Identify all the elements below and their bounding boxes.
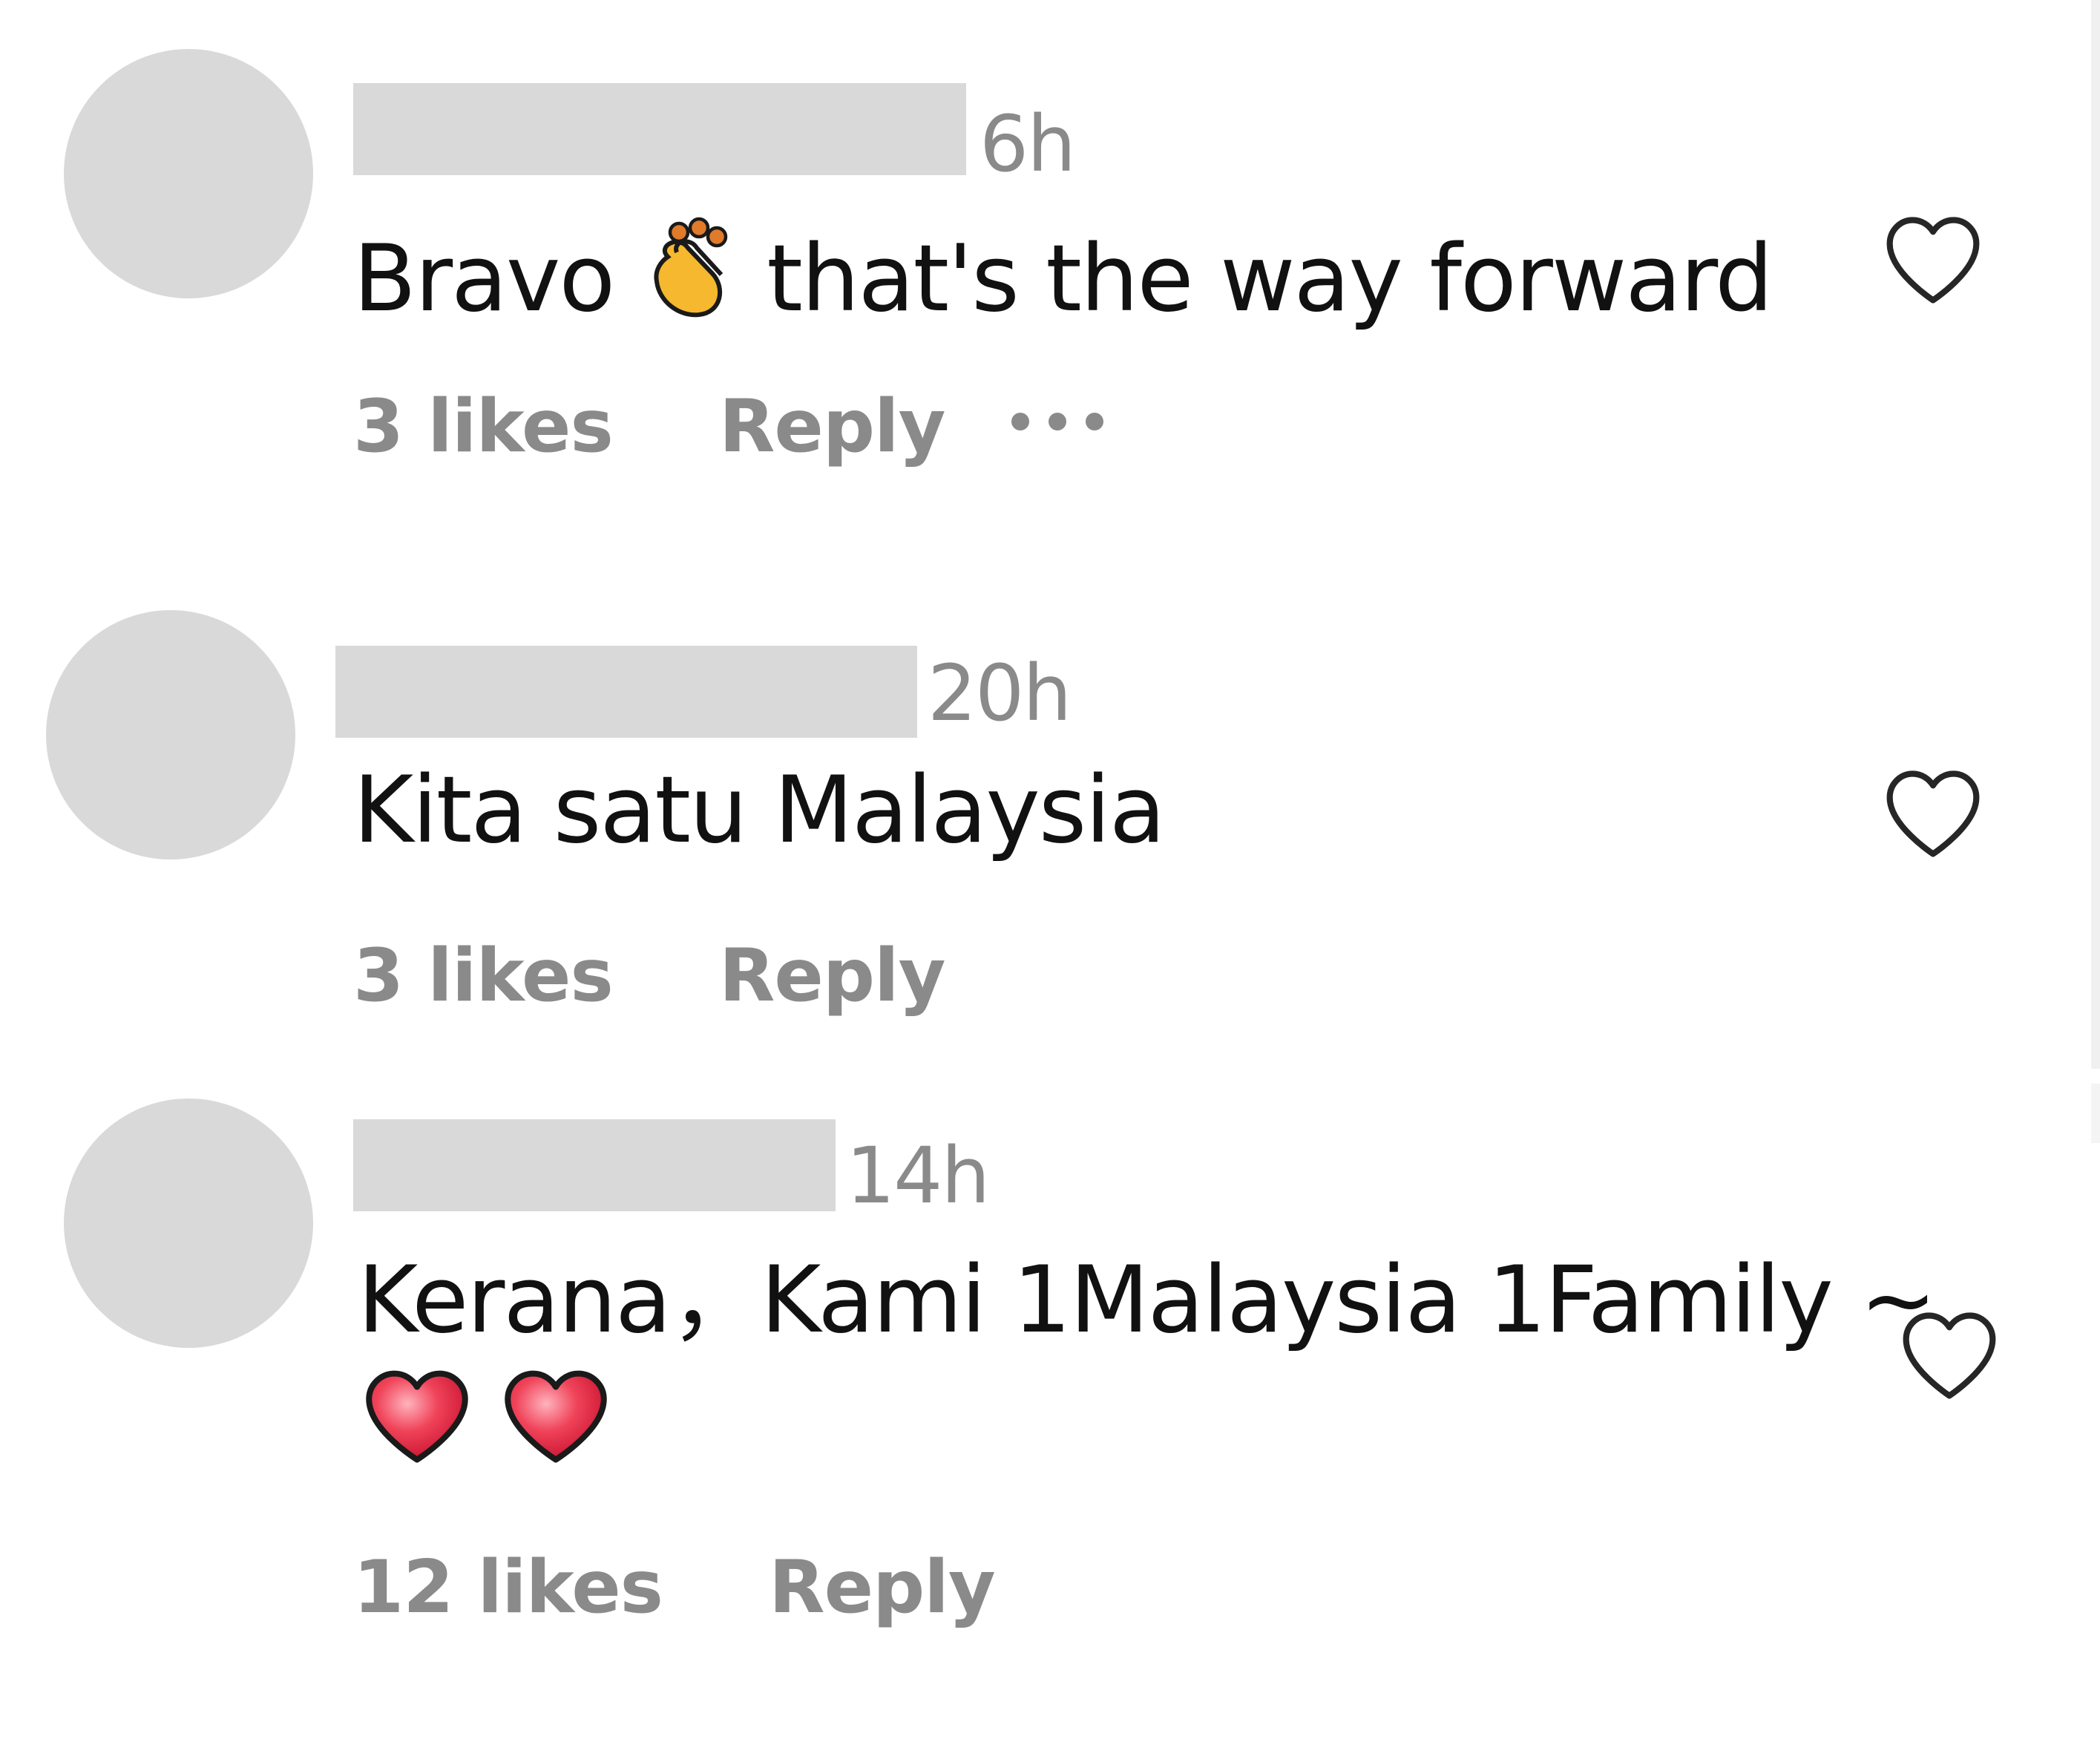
- avatar[interactable]: [64, 1098, 313, 1348]
- comment-emoji-row: [362, 1366, 636, 1470]
- likes-count[interactable]: 3 likes: [353, 390, 614, 463]
- comment-text-part: Bravo: [353, 226, 615, 333]
- username-redacted[interactable]: [335, 646, 917, 738]
- like-heart-icon[interactable]: [1897, 1306, 2001, 1403]
- avatar[interactable]: [46, 610, 295, 859]
- comment-timestamp: 6h: [980, 99, 1076, 189]
- comment-actions: 3 likes Reply: [353, 390, 946, 463]
- like-heart-icon[interactable]: [1881, 211, 1985, 307]
- red-heart-icon: [362, 1366, 472, 1470]
- comment-actions: 12 likes Reply: [353, 1551, 996, 1624]
- avatar[interactable]: [64, 49, 313, 298]
- ellipsis-icon[interactable]: [1005, 408, 1109, 438]
- reply-button[interactable]: Reply: [719, 940, 946, 1012]
- scrollbar-track[interactable]: [2091, 0, 2100, 1069]
- comment-actions: 3 likes Reply: [353, 940, 946, 1012]
- username-redacted[interactable]: [353, 83, 966, 175]
- comment-text: Kerana，Kami 1Malaysia 1Family ~: [358, 1247, 1937, 1354]
- scrollbar-track-lower[interactable]: [2091, 1084, 2100, 1143]
- likes-count[interactable]: 12 likes: [353, 1551, 663, 1624]
- likes-count[interactable]: 3 likes: [353, 940, 614, 1012]
- comment-text: Kita satu Malaysia: [353, 757, 1166, 864]
- comment-text: Bravo that's the way forward: [353, 212, 1773, 338]
- red-heart-icon: [501, 1366, 611, 1470]
- clapping-hands-icon: [634, 212, 746, 338]
- reply-button[interactable]: Reply: [769, 1551, 996, 1624]
- comment-text-part: that's the way forward: [767, 226, 1773, 333]
- username-redacted[interactable]: [353, 1119, 836, 1211]
- reply-button[interactable]: Reply: [719, 390, 946, 463]
- comment-timestamp: 14h: [846, 1130, 990, 1221]
- comment-timestamp: 20h: [928, 648, 1072, 739]
- like-heart-icon[interactable]: [1881, 764, 1985, 861]
